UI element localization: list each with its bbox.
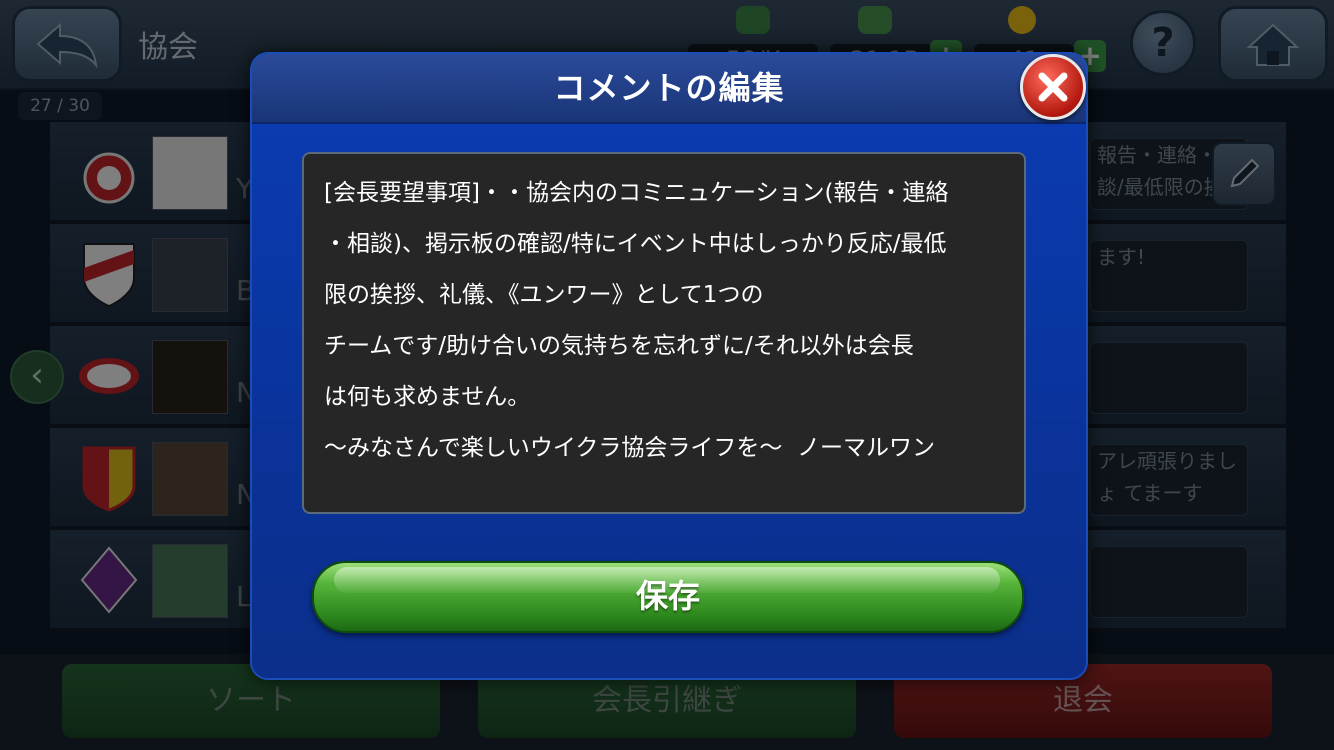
save-button[interactable]: 保存	[312, 561, 1024, 633]
dialog-title: コメントの編集	[553, 69, 785, 107]
comment-line: は何も求めません。	[324, 384, 531, 410]
comment-line: ・相談)、掲示板の確認/特にイベント中はしっかり反応/最低	[324, 231, 947, 257]
comment-line: 限の挨拶、礼儀、《ユンワー》として1つの	[324, 282, 764, 308]
comment-textarea[interactable]: [会長要望事項]・・協会内のコミニュケーション(報告・連絡 ・相談)、掲示板の確…	[302, 152, 1026, 514]
close-icon	[1038, 72, 1068, 102]
save-button-label: 保存	[635, 577, 700, 615]
dialog-header: コメントの編集	[252, 54, 1086, 124]
close-button[interactable]	[1020, 54, 1086, 120]
comment-line: [会長要望事項]・・協会内のコミニュケーション(報告・連絡	[324, 180, 949, 206]
comment-line: 〜みなさんで楽しいウイクラ協会ライフを〜 ノーマルワン	[324, 435, 936, 461]
comment-line: チームです/助け合いの気持ちを忘れずに/それ以外は会長	[324, 333, 914, 359]
